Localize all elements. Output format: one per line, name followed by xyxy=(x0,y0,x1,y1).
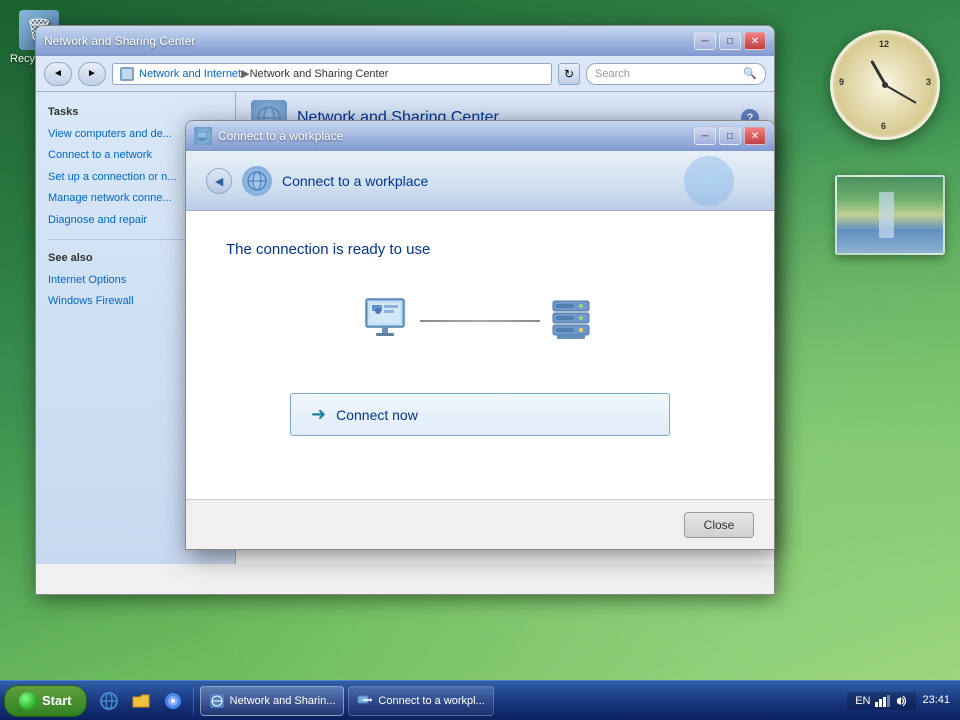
ie-icon xyxy=(99,691,119,711)
taskbar-clock: 23:41 xyxy=(922,693,950,707)
local-computer-icon xyxy=(355,288,420,353)
close-button[interactable]: ✕ xyxy=(744,32,766,50)
volume-icon xyxy=(894,694,908,708)
clock-num-12: 12 xyxy=(879,39,889,49)
connect-now-arrow-icon: ➜ xyxy=(311,404,326,425)
taskbar-connect-icon xyxy=(357,693,373,709)
clock-num-3: 3 xyxy=(926,77,931,87)
taskbar-right: EN 23:41 xyxy=(847,692,956,710)
dialog-back-button[interactable]: ◄ xyxy=(206,168,232,194)
main-window-titlebar: Network and Sharing Center ─ □ ✕ xyxy=(36,26,774,56)
dialog-header-title: Connect to a workplace xyxy=(282,173,428,189)
connection-line xyxy=(420,320,540,322)
dialog-title-icon xyxy=(194,127,212,145)
taskbar-time: 23:41 xyxy=(922,693,950,707)
taskbar: Start Network and Sharin... xyxy=(0,680,960,720)
photo-widget xyxy=(835,175,945,255)
dialog-header: ◄ Connect to a workplace xyxy=(186,151,774,211)
connection-diagram xyxy=(355,288,605,353)
address-icon xyxy=(119,66,135,82)
photo-waterfall-image xyxy=(837,177,943,253)
clock-widget: 12 3 6 9 xyxy=(830,30,940,140)
start-button[interactable]: Start xyxy=(4,685,87,717)
dialog-titlebar-buttons: ─ □ ✕ xyxy=(694,127,766,145)
taskbar-network-icon xyxy=(209,693,225,709)
clock-num-6: 6 xyxy=(881,121,886,131)
breadcrumb-part2: Network and Sharing Center xyxy=(250,68,389,80)
folder-icon xyxy=(131,691,151,711)
back-button[interactable]: ◄ xyxy=(44,62,72,86)
breadcrumb-sep: ▶ xyxy=(241,67,249,80)
dialog-close-button[interactable]: ✕ xyxy=(744,127,766,145)
search-field[interactable]: Search 🔍 xyxy=(586,63,766,85)
maximize-button[interactable]: □ xyxy=(719,32,741,50)
taskbar-network-sharing-btn[interactable]: Network and Sharin... xyxy=(200,686,345,716)
clock-minute-hand xyxy=(885,84,917,104)
server-svg xyxy=(543,291,603,351)
breadcrumb-part1: Network and Internet xyxy=(139,68,241,80)
dialog-maximize-button[interactable]: □ xyxy=(719,127,741,145)
connect-now-button[interactable]: ➜ Connect now xyxy=(290,393,670,436)
search-icon: 🔍 xyxy=(743,67,757,80)
dialog-close-action-button[interactable]: Close xyxy=(684,512,754,538)
address-bar: ◄ ► Network and Internet ▶ Network and S… xyxy=(36,56,774,92)
workplace-icon xyxy=(196,129,210,143)
start-orb-icon xyxy=(19,692,37,710)
dialog-title-text: Connect to a workplace xyxy=(218,129,694,143)
taskbar-connect-workplace-btn[interactable]: Connect to a workpl... xyxy=(348,686,493,716)
taskbar-network-sharing-label: Network and Sharin... xyxy=(230,695,336,707)
pc-svg xyxy=(358,291,418,351)
taskbar-divider xyxy=(193,687,194,715)
clock-center xyxy=(882,82,888,88)
connect-now-label: Connect now xyxy=(336,407,418,423)
forward-button[interactable]: ► xyxy=(78,62,106,86)
language-indicator: EN xyxy=(855,695,870,707)
taskbar-folder-icon[interactable] xyxy=(125,685,157,717)
dialog-network-globe-icon xyxy=(246,170,268,192)
taskbar-browser-icon[interactable] xyxy=(157,685,189,717)
start-label: Start xyxy=(42,693,72,708)
address-field[interactable]: Network and Internet ▶ Network and Shari… xyxy=(112,63,552,85)
connection-ready-text: The connection is ready to use xyxy=(226,241,430,258)
dialog-header-icon xyxy=(242,166,272,196)
browser-icon xyxy=(163,691,183,711)
clock-num-9: 9 xyxy=(839,77,844,87)
connect-to-workplace-dialog: Connect to a workplace ─ □ ✕ ◄ Connect t… xyxy=(185,120,775,550)
network-tray-icon xyxy=(874,694,890,708)
remote-server-icon xyxy=(540,288,605,353)
dialog-titlebar: Connect to a workplace ─ □ ✕ xyxy=(186,121,774,151)
clock-face: 12 3 6 9 xyxy=(835,35,935,135)
titlebar-buttons: ─ □ ✕ xyxy=(694,32,766,50)
system-tray: EN xyxy=(847,692,916,710)
dialog-minimize-button[interactable]: ─ xyxy=(694,127,716,145)
main-window-title: Network and Sharing Center xyxy=(44,34,694,48)
dialog-body: The connection is ready to use xyxy=(186,211,774,499)
dialog-footer: Close xyxy=(186,499,774,549)
taskbar-ie-icon[interactable] xyxy=(93,685,125,717)
refresh-button[interactable]: ↻ xyxy=(558,63,580,85)
minimize-button[interactable]: ─ xyxy=(694,32,716,50)
taskbar-connect-workplace-label: Connect to a workpl... xyxy=(378,695,484,707)
search-placeholder: Search xyxy=(595,68,630,80)
